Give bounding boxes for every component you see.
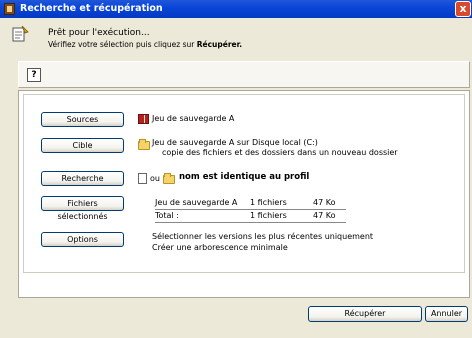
folder-icon (138, 139, 150, 150)
options-line-1: Sélectionner les versions les plus récen… (152, 232, 374, 241)
cible-value: Jeu de sauvegarde A sur Disque local (C:… (152, 138, 318, 147)
table-row-size: 47 Ko (313, 198, 336, 207)
header-subtitle-text: Vérifiez votre sélection puis cliquez su… (48, 40, 195, 49)
table-divider (155, 209, 346, 210)
window-title: Recherche et récupération (20, 3, 163, 14)
table-total-name: Total : (155, 211, 179, 220)
title-bar: Recherche et récupération x (0, 0, 472, 18)
close-button[interactable]: x (455, 1, 471, 17)
table-divider-bottom (155, 222, 346, 223)
app-icon (4, 3, 15, 15)
wizard-icon (12, 25, 29, 42)
options-button[interactable]: Options (41, 232, 124, 247)
toolbar: ? (18, 61, 470, 88)
header-title: Prêt pour l'exécution... (48, 28, 150, 38)
recuperer-button[interactable]: Récupérer (308, 306, 422, 322)
table-total-count: 1 fichiers (250, 211, 287, 220)
header: Prêt pour l'exécution... Vérifiez votre … (0, 18, 472, 58)
recherche-button[interactable]: Recherche (41, 171, 124, 186)
table-row-name: Jeu de sauvegarde A (155, 198, 238, 207)
help-button[interactable]: ? (27, 68, 41, 82)
search-folder-icon (163, 173, 175, 184)
summary-panel: Sources Jeu de sauvegarde A Cible Jeu de… (18, 90, 470, 298)
annuler-button[interactable]: Annuler (425, 306, 468, 322)
header-subtitle: Vérifiez votre sélection puis cliquez su… (48, 40, 242, 49)
options-line-2: Créer une arborescence minimale (152, 243, 288, 252)
summary-inner: Sources Jeu de sauvegarde A Cible Jeu de… (23, 94, 465, 273)
table-total-size: 47 Ko (313, 211, 336, 220)
fichiers-selectionnes-button[interactable]: Fichiers sélectionnés (41, 196, 124, 221)
table-row-count: 1 fichiers (250, 198, 287, 207)
recherche-value: nom est identique au profil (179, 172, 310, 182)
sources-button[interactable]: Sources (41, 112, 124, 127)
file-icon (138, 173, 147, 184)
header-subtitle-bold: Récupérer. (196, 40, 243, 49)
cible-description: copie des fichiers et des dossiers dans … (162, 148, 398, 157)
backup-set-icon (138, 114, 149, 124)
cible-button[interactable]: Cible (41, 138, 124, 153)
sources-value: Jeu de sauvegarde A (152, 114, 235, 123)
recherche-ou: ou (150, 174, 160, 183)
